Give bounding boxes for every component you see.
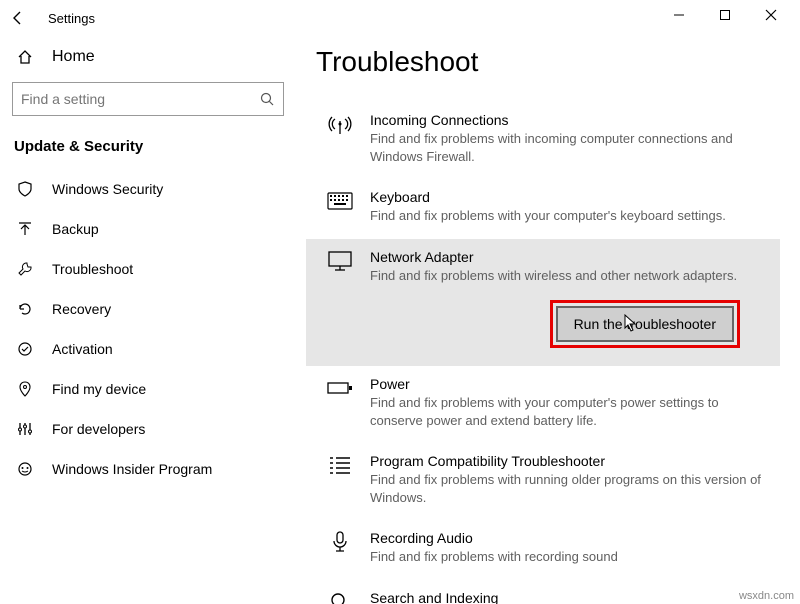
titlebar: Settings bbox=[0, 0, 800, 36]
window-title: Settings bbox=[48, 11, 95, 26]
ts-desc: Find and fix problems with your computer… bbox=[370, 394, 774, 429]
ts-label: Program Compatibility Troubleshooter bbox=[370, 453, 774, 469]
sidebar-item-label: For developers bbox=[52, 421, 145, 437]
back-button[interactable] bbox=[8, 8, 28, 28]
search-box[interactable] bbox=[12, 82, 284, 116]
sidebar-item-label: Windows Insider Program bbox=[52, 461, 212, 477]
sidebar-item-label: Find my device bbox=[52, 381, 146, 397]
location-icon bbox=[16, 380, 34, 398]
ts-label: Network Adapter bbox=[370, 249, 774, 265]
search-input[interactable] bbox=[21, 91, 259, 107]
ts-label: Recording Audio bbox=[370, 530, 774, 546]
section-header: Update & Security bbox=[0, 130, 296, 169]
home-icon bbox=[16, 48, 34, 66]
ts-item-recording-audio[interactable]: Recording Audio Find and fix problems wi… bbox=[316, 520, 780, 580]
ts-desc: Find and fix problems with wireless and … bbox=[370, 267, 774, 285]
sidebar-item-windows-insider[interactable]: Windows Insider Program bbox=[0, 449, 296, 489]
sidebar-item-label: Backup bbox=[52, 221, 99, 237]
sidebar-item-activation[interactable]: Activation bbox=[0, 329, 296, 369]
recovery-icon bbox=[16, 300, 34, 318]
ts-item-search-indexing[interactable]: Search and Indexing Find and fix problem… bbox=[316, 580, 780, 604]
network-adapter-icon bbox=[326, 249, 354, 273]
ts-item-network-adapter[interactable]: Network Adapter Find and fix problems wi… bbox=[306, 239, 780, 367]
sidebar-item-windows-security[interactable]: Windows Security bbox=[0, 169, 296, 209]
sidebar-item-find-my-device[interactable]: Find my device bbox=[0, 369, 296, 409]
close-button[interactable] bbox=[748, 0, 794, 30]
developers-icon bbox=[16, 420, 34, 438]
sidebar-item-label: Windows Security bbox=[52, 181, 163, 197]
sidebar-item-label: Troubleshoot bbox=[52, 261, 133, 277]
activation-icon bbox=[16, 340, 34, 358]
ts-desc: Find and fix problems with incoming comp… bbox=[370, 130, 774, 165]
search-icon bbox=[259, 91, 275, 107]
home-nav[interactable]: Home bbox=[0, 40, 296, 74]
ts-label: Keyboard bbox=[370, 189, 774, 205]
sidebar-item-recovery[interactable]: Recovery bbox=[0, 289, 296, 329]
ts-desc: Find and fix problems with running older… bbox=[370, 471, 774, 506]
ts-label: Search and Indexing bbox=[370, 590, 774, 604]
shield-icon bbox=[16, 180, 34, 198]
page-title: Troubleshoot bbox=[316, 46, 780, 78]
ts-label: Incoming Connections bbox=[370, 112, 774, 128]
ts-label: Power bbox=[370, 376, 774, 392]
watermark: wsxdn.com bbox=[739, 590, 794, 602]
list-icon bbox=[326, 453, 354, 477]
maximize-button[interactable] bbox=[702, 0, 748, 30]
main-content: Troubleshoot Incoming Connections Find a… bbox=[296, 36, 800, 604]
ts-item-power[interactable]: Power Find and fix problems with your co… bbox=[316, 366, 780, 443]
insider-icon bbox=[16, 460, 34, 478]
ts-item-incoming-connections[interactable]: Incoming Connections Find and fix proble… bbox=[316, 102, 780, 179]
sidebar-item-label: Activation bbox=[52, 341, 113, 357]
ts-desc: Find and fix problems with your computer… bbox=[370, 207, 774, 225]
keyboard-icon bbox=[326, 189, 354, 213]
minimize-button[interactable] bbox=[656, 0, 702, 30]
sidebar-item-label: Recovery bbox=[52, 301, 111, 317]
battery-icon bbox=[326, 376, 354, 400]
antenna-icon bbox=[326, 112, 354, 136]
search-icon bbox=[326, 590, 354, 604]
sidebar-item-troubleshoot[interactable]: Troubleshoot bbox=[0, 249, 296, 289]
ts-desc: Find and fix problems with recording sou… bbox=[370, 548, 774, 566]
sidebar-item-backup[interactable]: Backup bbox=[0, 209, 296, 249]
wrench-icon bbox=[16, 260, 34, 278]
sidebar: Home Update & Security Windows Security … bbox=[0, 36, 296, 604]
ts-item-keyboard[interactable]: Keyboard Find and fix problems with your… bbox=[316, 179, 780, 239]
backup-icon bbox=[16, 220, 34, 238]
run-troubleshooter-button[interactable]: Run the troubleshooter bbox=[556, 306, 734, 342]
home-label: Home bbox=[52, 48, 95, 66]
sidebar-item-for-developers[interactable]: For developers bbox=[0, 409, 296, 449]
ts-item-program-compatibility[interactable]: Program Compatibility Troubleshooter Fin… bbox=[316, 443, 780, 520]
microphone-icon bbox=[326, 530, 354, 554]
highlight-box: Run the troubleshooter bbox=[550, 300, 740, 348]
